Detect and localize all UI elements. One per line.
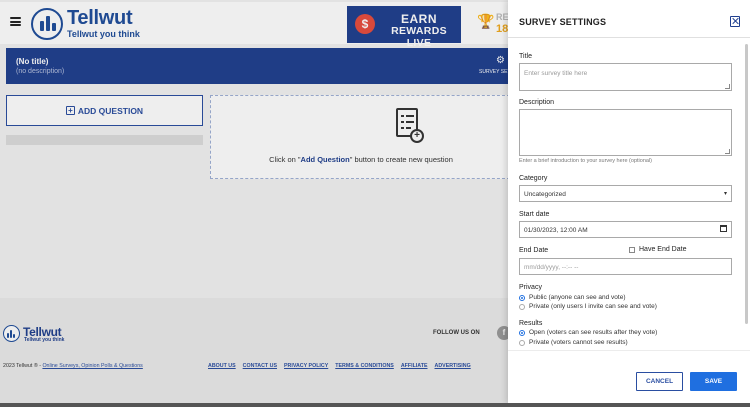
start-date-label: Start date: [519, 211, 550, 218]
privacy-label: Privacy: [519, 284, 542, 291]
radio-selected-icon[interactable]: [519, 329, 525, 336]
drawer-scrollbar[interactable]: [743, 40, 749, 350]
end-date-placeholder: mm/dd/yyyy, --:-- --: [524, 264, 579, 271]
drawer-footer: CANCEL SAVE: [508, 350, 750, 404]
title-input[interactable]: Enter survey title here: [519, 63, 732, 91]
description-hint: Enter a brief introduction to your surve…: [519, 158, 652, 164]
description-label: Description: [519, 99, 555, 106]
scrollbar-thumb[interactable]: [745, 44, 748, 324]
window-bottom-edge: [0, 403, 750, 407]
start-date-input[interactable]: 01/30/2023, 12:00 AM: [519, 221, 732, 238]
title-label: Title: [519, 53, 532, 60]
close-icon[interactable]: [730, 16, 740, 27]
category-select[interactable]: Uncategorized ▾: [519, 185, 732, 202]
drawer-title: SURVEY SETTINGS: [519, 17, 607, 27]
modal-backdrop[interactable]: [0, 0, 508, 407]
have-end-date-label[interactable]: Have End Date: [639, 246, 686, 253]
radio-selected-icon[interactable]: [519, 294, 525, 301]
have-end-date-checkbox[interactable]: [629, 247, 635, 253]
results-label: Results: [519, 320, 543, 327]
chevron-down-icon: ▾: [723, 191, 727, 197]
results-option-open[interactable]: Open (voters can see results after they …: [519, 329, 657, 336]
privacy-option-public[interactable]: Public (anyone can see and vote): [519, 294, 625, 301]
calendar-icon[interactable]: [720, 225, 727, 232]
end-date-input[interactable]: mm/dd/yyyy, --:-- --: [519, 258, 732, 275]
radio-icon[interactable]: [519, 303, 525, 310]
results-option-private[interactable]: Private (voters cannot see results): [519, 339, 628, 346]
radio-icon[interactable]: [519, 339, 525, 346]
privacy-option-private[interactable]: Private (only users I invite can see and…: [519, 303, 657, 310]
description-input[interactable]: [519, 109, 732, 156]
divider: [508, 37, 750, 38]
category-value: Uncategorized: [524, 191, 566, 198]
title-placeholder: Enter survey title here: [524, 70, 588, 77]
save-button[interactable]: SAVE: [690, 372, 737, 391]
resize-handle-icon[interactable]: [725, 149, 730, 154]
resize-handle-icon[interactable]: [725, 84, 730, 89]
category-label: Category: [519, 175, 548, 182]
cancel-button[interactable]: CANCEL: [636, 372, 683, 391]
start-date-value: 01/30/2023, 12:00 AM: [524, 227, 588, 234]
end-date-label: End Date: [519, 247, 549, 254]
survey-settings-drawer: SURVEY SETTINGS Title Enter survey title…: [508, 0, 750, 404]
